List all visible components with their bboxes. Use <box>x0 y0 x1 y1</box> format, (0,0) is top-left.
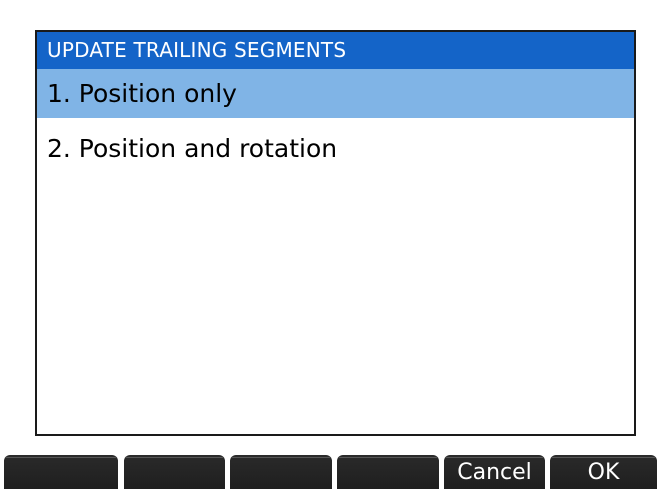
softkey-3-edge <box>232 457 330 458</box>
ok-softkey-label: OK <box>587 460 620 485</box>
softkey-1[interactable] <box>4 455 118 489</box>
softkey-4-edge <box>339 457 437 458</box>
calculator-screen: UPDATE TRAILING SEGMENTS 1. Position onl… <box>0 0 661 489</box>
softkey-bar: Cancel OK <box>0 451 661 489</box>
softkey-1-edge <box>6 457 116 458</box>
option-position-only[interactable]: 1. Position only <box>37 69 634 118</box>
softkey-4[interactable] <box>337 455 439 489</box>
cancel-softkey[interactable]: Cancel <box>444 455 545 489</box>
ok-softkey-edge <box>552 457 655 458</box>
dialog-title: UPDATE TRAILING SEGMENTS <box>37 32 634 69</box>
cancel-softkey-edge <box>446 457 543 458</box>
softkey-2[interactable] <box>124 455 225 489</box>
ok-softkey[interactable]: OK <box>550 455 657 489</box>
cancel-softkey-label: Cancel <box>457 460 532 485</box>
option-position-and-rotation[interactable]: 2. Position and rotation <box>37 124 634 174</box>
softkey-3[interactable] <box>230 455 332 489</box>
option-list: 1. Position only 2. Position and rotatio… <box>37 69 634 174</box>
softkey-2-edge <box>126 457 223 458</box>
choose-dialog: UPDATE TRAILING SEGMENTS 1. Position onl… <box>35 30 636 436</box>
